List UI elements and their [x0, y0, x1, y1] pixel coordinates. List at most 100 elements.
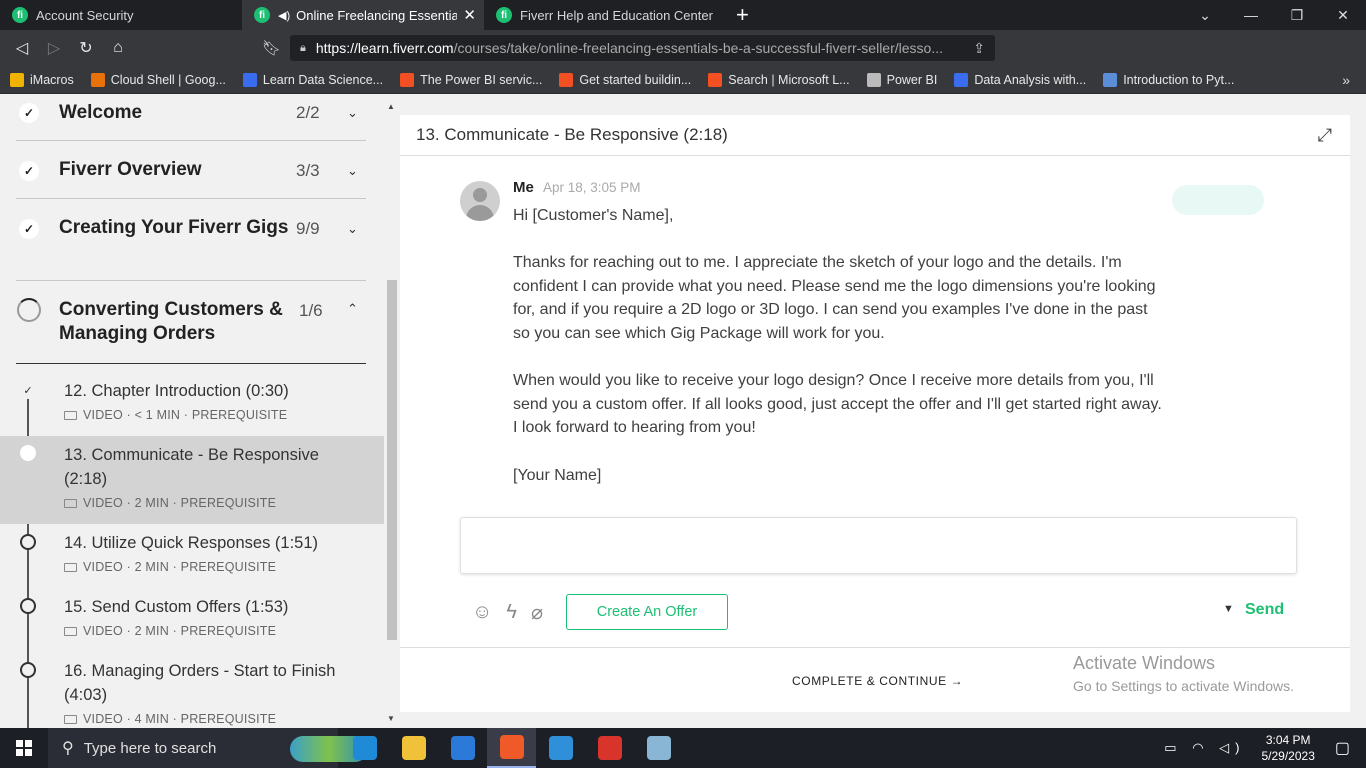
- sidebar-scrollbar[interactable]: ▲ ▼: [384, 98, 400, 728]
- clock[interactable]: 3:04 PM 5/29/2023: [1261, 732, 1314, 764]
- tray-icons[interactable]: ▭ ◠ ◁): [1164, 740, 1245, 756]
- chevron-down-icon[interactable]: ▼: [1223, 603, 1234, 615]
- course-sidebar: ✓ Welcome 2/2 ⌄ ✓ Fiverr Overview 3/3 ⌄ …: [0, 98, 384, 728]
- section-title: Converting Customers & Managing Orders: [59, 299, 283, 344]
- taskbar-app-notepad[interactable]: [634, 728, 683, 768]
- lesson-dot-icon: [20, 662, 36, 678]
- taskbar-app-brave[interactable]: [487, 728, 536, 768]
- create-offer-button[interactable]: Create An Offer: [566, 594, 728, 630]
- complete-continue-button[interactable]: COMPLETE & CONTINUE →: [792, 674, 963, 688]
- video-icon: [64, 411, 77, 420]
- composer-tools: ☺ ϟ ⌀: [472, 600, 543, 625]
- scroll-up-icon[interactable]: ▲: [387, 102, 395, 111]
- bookmark-item[interactable]: Introduction to Pyt...: [1103, 72, 1235, 87]
- taskbar-app-vscode[interactable]: [536, 728, 585, 768]
- notification-icon[interactable]: ▢: [1335, 738, 1350, 758]
- lesson-16[interactable]: 16. Managing Orders - Start to Finish (4…: [0, 652, 384, 728]
- bookmark-item[interactable]: Power BI: [866, 72, 938, 87]
- back-icon[interactable]: ◁: [6, 38, 38, 58]
- bookmark-label: Search | Microsoft L...: [728, 72, 850, 87]
- close-tab-icon[interactable]: ✕: [463, 6, 476, 24]
- bookmark-item[interactable]: Get started buildin...: [559, 72, 691, 87]
- bookmark-page-icon[interactable]: 🔖︎: [262, 39, 281, 57]
- tab-search-chevron-icon[interactable]: ⌄: [1182, 7, 1228, 24]
- emoji-icon[interactable]: ☺: [472, 601, 492, 624]
- lesson-dot-icon: [20, 598, 36, 614]
- tab-account-security[interactable]: fi Account Security: [0, 0, 242, 30]
- lesson-meta-text: VIDEO · 2 MIN · PREREQUISITE: [83, 496, 277, 510]
- bookmark-label: Introduction to Pyt...: [1123, 72, 1235, 87]
- bookmark-label: Power BI: [886, 72, 938, 87]
- restore-icon[interactable]: ❐: [1274, 7, 1320, 24]
- section-welcome[interactable]: ✓ Welcome 2/2 ⌄: [16, 98, 366, 141]
- new-tab-icon[interactable]: +: [736, 2, 749, 28]
- section-title: Welcome: [59, 102, 143, 123]
- reload-icon[interactable]: ↻: [70, 38, 102, 58]
- system-tray: ▭ ◠ ◁) 3:04 PM 5/29/2023 ▢: [1164, 728, 1366, 768]
- lesson-15[interactable]: 15. Send Custom Offers (1:53) VIDEO · 2 …: [0, 588, 384, 652]
- bookmark-item[interactable]: Search | Microsoft L...: [708, 72, 850, 87]
- search-icon: ⚲: [62, 740, 74, 757]
- url-field[interactable]: 🔒︎ https://learn.fiverr.com /courses/tak…: [290, 35, 995, 61]
- bookmark-item[interactable]: The Power BI servic...: [400, 72, 542, 87]
- bookmark-item[interactable]: iMacros: [10, 72, 74, 87]
- lesson-13[interactable]: 13. Communicate - Be Responsive (2:18) V…: [0, 436, 384, 524]
- tab-title: Account Security: [36, 7, 134, 23]
- check-icon: ✓: [19, 103, 39, 123]
- quick-response-icon[interactable]: ϟ: [506, 601, 517, 624]
- check-icon: ✓: [19, 219, 39, 239]
- bookmark-item[interactable]: Cloud Shell | Goog...: [90, 72, 226, 87]
- lesson-meta: VIDEO · 2 MIN · PREREQUISITE: [64, 624, 276, 638]
- bookmark-label: iMacros: [30, 72, 74, 87]
- taskbar-app-microsoft-store[interactable]: [438, 728, 487, 768]
- vscode-icon: [548, 736, 573, 760]
- start-button[interactable]: [0, 728, 48, 768]
- lesson-meta-text: VIDEO · 2 MIN · PREREQUISITE: [83, 624, 277, 638]
- window-controls: ⌄ — ❐ ✕: [1182, 0, 1366, 30]
- scroll-down-icon[interactable]: ▼: [387, 714, 395, 723]
- lesson-header: 13. Communicate - Be Responsive (2:18) ⤢: [400, 115, 1350, 156]
- watermark-subtitle: Go to Settings to activate Windows.: [1073, 678, 1294, 694]
- chevron-up-icon[interactable]: ⌃: [347, 301, 358, 317]
- lesson-14[interactable]: 14. Utilize Quick Responses (1:51) VIDEO…: [0, 524, 384, 588]
- bookmark-label: Learn Data Science...: [262, 72, 384, 87]
- section-creating-gigs[interactable]: ✓ Creating Your Fiverr Gigs 9/9 ⌄: [16, 199, 366, 281]
- bookmark-item[interactable]: Learn Data Science...: [242, 72, 384, 87]
- taskbar-search[interactable]: ⚲ Type here to search: [48, 728, 368, 768]
- attachment-icon[interactable]: ⌀: [531, 600, 543, 625]
- chevron-down-icon[interactable]: ⌄: [347, 163, 358, 179]
- bookmark-item[interactable]: Data Analysis with...: [954, 72, 1087, 87]
- section-converting-customers[interactable]: Converting Customers & Managing Orders 1…: [16, 281, 366, 364]
- taskbar-app-wps-office[interactable]: [585, 728, 634, 768]
- lesson-12[interactable]: ✓ 12. Chapter Introduction (0:30) VIDEO …: [0, 372, 384, 436]
- fiverr-favicon-icon: fi: [496, 7, 512, 23]
- check-icon: ✓: [19, 161, 39, 181]
- notepad-icon: [646, 736, 671, 760]
- forward-icon[interactable]: ▷: [38, 38, 70, 58]
- bookmark-label: Data Analysis with...: [974, 72, 1087, 87]
- speaker-icon[interactable]: ◀): [278, 9, 290, 22]
- section-count: 3/3: [296, 161, 320, 180]
- tab-fiverr-help[interactable]: fi Fiverr Help and Education Center: [484, 0, 722, 30]
- taskbar-app-file-explorer[interactable]: [389, 728, 438, 768]
- section-fiverr-overview[interactable]: ✓ Fiverr Overview 3/3 ⌄: [16, 141, 366, 199]
- tab-online-freelancing[interactable]: fi ◀) Online Freelancing Essentials: B ✕: [242, 0, 484, 30]
- scrollbar-thumb[interactable]: [387, 280, 397, 640]
- close-window-icon[interactable]: ✕: [1320, 7, 1366, 24]
- taskbar-app-edge[interactable]: [340, 728, 389, 768]
- expand-icon[interactable]: ⤢: [1318, 125, 1332, 146]
- chevron-down-icon[interactable]: ⌄: [347, 221, 358, 237]
- minimize-icon[interactable]: —: [1228, 7, 1274, 23]
- share-icon[interactable]: ⇪: [973, 40, 985, 57]
- chevron-down-icon[interactable]: ⌄: [347, 105, 358, 121]
- more-bookmarks-icon[interactable]: »: [1342, 72, 1350, 88]
- address-toolbar: ◁ ▷ ↻ ⌂ 🔖︎ 🔒︎ https://learn.fiverr.com /…: [0, 30, 1366, 88]
- lesson-panel: 13. Communicate - Be Responsive (2:18) ⤢…: [400, 115, 1350, 712]
- home-icon[interactable]: ⌂: [102, 39, 134, 57]
- reply-input[interactable]: [460, 517, 1297, 574]
- send-button[interactable]: Send: [1245, 601, 1284, 619]
- video-icon: [64, 627, 77, 636]
- section-count: 1/6: [299, 301, 323, 320]
- edge-icon: [352, 736, 377, 760]
- lock-icon: 🔒︎: [300, 41, 306, 54]
